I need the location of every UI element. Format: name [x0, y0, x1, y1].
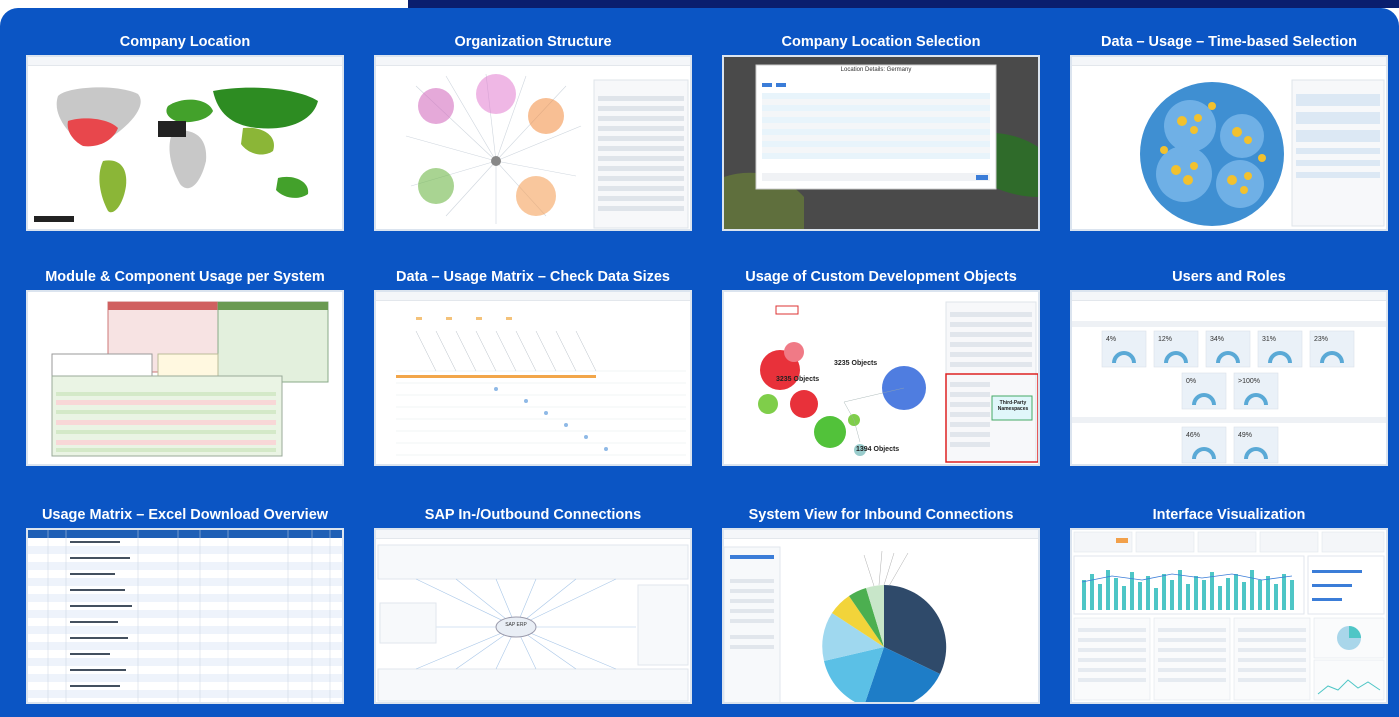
tile-title: Usage of Custom Development Objects — [745, 269, 1017, 285]
world-map-thumbnail — [28, 66, 342, 229]
gauge-value: 34% — [1210, 336, 1225, 343]
gauge-value: >100% — [1238, 378, 1260, 385]
time-based-selection-screenshot[interactable] — [1070, 55, 1388, 231]
tile-title: Interface Visualization — [1152, 507, 1306, 523]
tile-custom-development-objects[interactable]: Usage of Custom Development Objects 3235… — [722, 267, 1040, 466]
location-dialog-title: Location Details: Germany — [840, 67, 912, 73]
gauge-value: 0% — [1186, 378, 1197, 385]
tile-title: Data – Usage Matrix – Check Data Sizes — [395, 269, 670, 285]
interface-visualization-screenshot[interactable] — [1070, 528, 1388, 704]
tile-title: Company Location — [119, 34, 251, 50]
gauge-value: 46% — [1186, 432, 1201, 439]
tile-inbound-system-view[interactable]: System View for Inbound Connections — [722, 505, 1040, 704]
object-count-label: 1394 Objects — [856, 446, 900, 453]
tile-company-location[interactable]: Company Location — [26, 32, 344, 231]
tile-interface-visualization[interactable]: Interface Visualization — [1070, 505, 1388, 704]
excel-table-thumbnail — [28, 530, 342, 702]
pie-thumbnail — [724, 539, 1038, 702]
tile-title: Data – Usage – Time-based Selection — [1100, 34, 1357, 50]
tile-company-location-selection[interactable]: Company Location Selection Location Deta… — [722, 32, 1040, 231]
org-tree-thumbnail — [376, 66, 690, 229]
tile-title: Users and Roles — [1172, 269, 1286, 285]
company-location-screenshot[interactable] — [26, 55, 344, 231]
inbound-system-screenshot[interactable] — [722, 528, 1040, 704]
module-usage-screenshot[interactable] — [26, 290, 344, 466]
excel-overview-screenshot[interactable] — [26, 528, 344, 704]
dashboard-thumbnail — [1072, 530, 1386, 702]
tile-title: Company Location Selection — [781, 34, 981, 50]
tile-title: Usage Matrix – Excel Download Overview — [41, 507, 329, 523]
tile-usage-matrix-excel[interactable]: Usage Matrix – Excel Download Overview — [26, 505, 344, 704]
users-roles-screenshot[interactable]: 4% 12% 34% 31% 23% 0% >100% 46% 49% — [1070, 290, 1388, 466]
gauges-thumbnail — [1072, 301, 1386, 464]
location-dialog-table — [762, 83, 990, 181]
gauge-value: 49% — [1238, 432, 1253, 439]
tile-module-component-usage[interactable]: Module & Component Usage per System — [26, 267, 344, 466]
gauge-value: 23% — [1314, 336, 1329, 343]
callout-label: Third-Party Namespaces — [997, 400, 1029, 412]
center-system-label: SAP ERP — [505, 622, 527, 628]
object-count-label: 3235 Objects — [834, 360, 878, 367]
gauge-value: 4% — [1106, 336, 1117, 343]
usage-matrix-screenshot[interactable] — [374, 290, 692, 466]
tile-title: SAP In-/Outbound Connections — [424, 507, 642, 523]
inout-network-thumbnail — [376, 539, 690, 702]
inout-screenshot[interactable]: SAP ERP — [374, 528, 692, 704]
gauge-value: 31% — [1262, 336, 1277, 343]
tile-organization-structure[interactable]: Organization Structure — [374, 32, 692, 231]
object-count-label: 3235 Objects — [776, 376, 820, 383]
company-location-selection-screenshot[interactable]: Location Details: Germany — [722, 55, 1040, 231]
custom-dev-screenshot[interactable]: 3235 Objects 3235 Objects 1394 Objects T… — [722, 290, 1040, 466]
gauge-value: 12% — [1158, 336, 1173, 343]
tile-title: System View for Inbound Connections — [748, 507, 1014, 523]
custom-dev-thumbnail — [724, 292, 1038, 464]
tile-users-and-roles[interactable]: Users and Roles 4% 12% 34% 31% 23% 0% >1… — [1070, 267, 1388, 466]
tile-data-usage-matrix[interactable]: Data – Usage Matrix – Check Data Sizes — [374, 267, 692, 466]
tile-data-usage-time-based[interactable]: Data – Usage – Time-based Selection — [1070, 32, 1388, 231]
tile-title: Module & Component Usage per System — [45, 269, 325, 285]
module-usage-thumbnail — [28, 292, 342, 464]
tile-title: Organization Structure — [454, 34, 612, 50]
tile-grid: Company Location Organization Structure — [0, 0, 1399, 717]
organization-structure-screenshot[interactable] — [374, 55, 692, 231]
bubble-pack-thumbnail — [1072, 66, 1386, 229]
tile-inbound-outbound[interactable]: SAP In-/Outbound Connections SAP ERP — [374, 505, 692, 704]
usage-matrix-thumbnail — [376, 301, 690, 464]
